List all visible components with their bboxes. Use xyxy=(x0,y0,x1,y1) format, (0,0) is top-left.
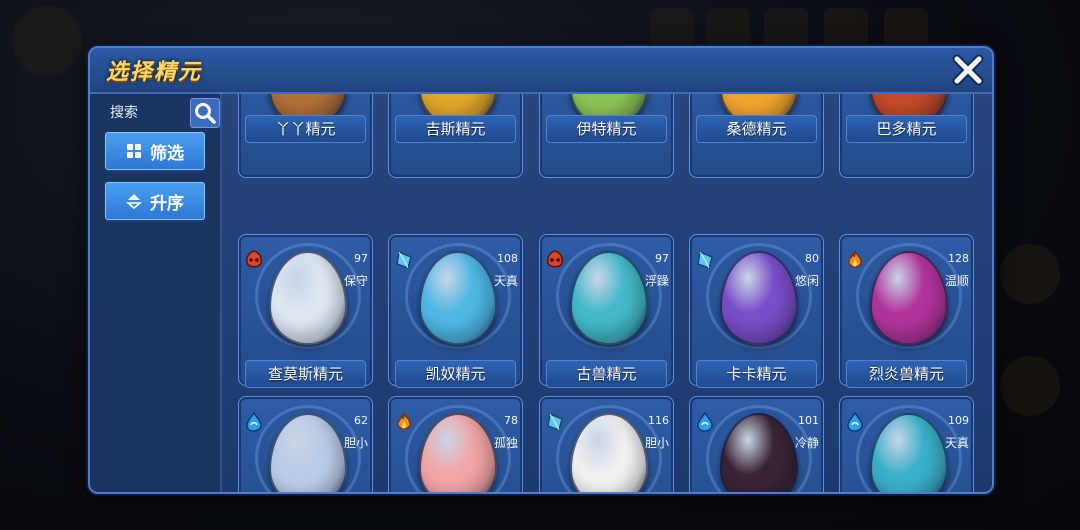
search-label[interactable]: 搜索 xyxy=(110,102,138,122)
sidebar: 搜索 筛选 升序 xyxy=(90,94,222,492)
essence-name: 巴多精元 xyxy=(846,115,967,143)
essence-name: 烈炎兽精元 xyxy=(846,360,967,388)
nature-label: 胆小 xyxy=(644,436,669,450)
level-value: 116 xyxy=(648,414,669,427)
nature-label: 冷静 xyxy=(794,436,819,450)
essence-card[interactable]: 伊特精元 xyxy=(539,94,674,178)
essence-card[interactable]: 108 天真 凯奴精元 xyxy=(388,234,523,388)
level-value: 97 xyxy=(354,252,368,265)
nature-label: 胆小 xyxy=(343,436,368,450)
essence-name: 古兽精元 xyxy=(546,360,667,388)
essence-name: 查莫斯精元 xyxy=(245,360,366,388)
essence-name: 桑德精元 xyxy=(696,115,817,143)
essence-card[interactable]: 巴多精元 xyxy=(839,94,974,178)
dark-element-icon xyxy=(547,250,563,268)
essence-card[interactable]: 丫丫精元 xyxy=(238,94,373,178)
nature-label: 天真 xyxy=(944,436,969,450)
essence-card[interactable]: 109 天真 xyxy=(839,396,974,492)
dialog-titlebar: 选择精元 xyxy=(90,48,992,94)
essence-card[interactable]: 桑德精元 xyxy=(689,94,824,178)
fire-element-icon xyxy=(397,412,411,430)
search-icon xyxy=(195,103,216,124)
essence-name: 卡卡精元 xyxy=(696,360,817,388)
water-element-icon xyxy=(246,411,262,432)
level-value: 108 xyxy=(497,252,518,265)
close-icon xyxy=(952,54,984,86)
essence-card[interactable]: 116 胆小 xyxy=(539,396,674,492)
essence-name: 伊特精元 xyxy=(546,115,667,143)
essence-card[interactable]: 97 保守 查莫斯精元 xyxy=(238,234,373,388)
essence-card[interactable]: 128 温顺 烈炎兽精元 xyxy=(839,234,974,388)
fire-element-icon xyxy=(848,250,862,268)
essence-name: 丫丫精元 xyxy=(245,115,366,143)
filter-label: 筛选 xyxy=(150,143,184,164)
filter-button[interactable]: 筛选 xyxy=(105,132,205,170)
dialog-title: 选择精元 xyxy=(106,60,203,85)
essence-card[interactable]: 78 孤独 xyxy=(388,396,523,492)
essence-card[interactable]: 62 胆小 xyxy=(238,396,373,492)
sort-label: 升序 xyxy=(150,193,184,214)
level-value: 128 xyxy=(948,252,969,265)
nature-label: 悠闲 xyxy=(794,274,819,288)
ice-element-icon xyxy=(697,250,713,269)
select-essence-dialog: 选择精元 搜索 筛选 升序 丫丫精元 吉斯精元 伊特精元 桑德精元 巴多精元 9… xyxy=(88,46,994,494)
essence-card[interactable]: 80 悠闲 卡卡精元 xyxy=(689,234,824,388)
water-element-icon xyxy=(847,411,863,432)
essence-card[interactable]: 101 冷静 xyxy=(689,396,824,492)
close-button[interactable] xyxy=(950,52,986,88)
level-value: 109 xyxy=(948,414,969,427)
essence-name: 凯奴精元 xyxy=(395,360,516,388)
nature-label: 温顺 xyxy=(944,274,969,288)
level-value: 78 xyxy=(504,414,518,427)
sort-button[interactable]: 升序 xyxy=(105,182,205,220)
nature-label: 保守 xyxy=(343,274,368,288)
nature-label: 孤独 xyxy=(493,436,518,450)
nature-label: 浮躁 xyxy=(644,274,669,288)
essence-name: 吉斯精元 xyxy=(395,115,516,143)
grid-icon xyxy=(127,144,141,158)
level-value: 62 xyxy=(354,414,368,427)
essence-card[interactable]: 吉斯精元 xyxy=(388,94,523,178)
sort-icon xyxy=(126,194,142,209)
water-element-icon xyxy=(697,411,713,432)
level-value: 80 xyxy=(805,252,819,265)
search-button[interactable] xyxy=(190,98,220,128)
level-value: 97 xyxy=(655,252,669,265)
ice-element-icon xyxy=(396,250,412,269)
level-value: 101 xyxy=(798,414,819,427)
essence-grid: 丫丫精元 吉斯精元 伊特精元 桑德精元 巴多精元 97 保守 查莫斯精元 108… xyxy=(222,94,992,492)
dark-element-icon xyxy=(246,250,262,268)
nature-label: 天真 xyxy=(493,274,518,288)
ice-element-icon xyxy=(547,412,563,431)
essence-card[interactable]: 97 浮躁 古兽精元 xyxy=(539,234,674,388)
